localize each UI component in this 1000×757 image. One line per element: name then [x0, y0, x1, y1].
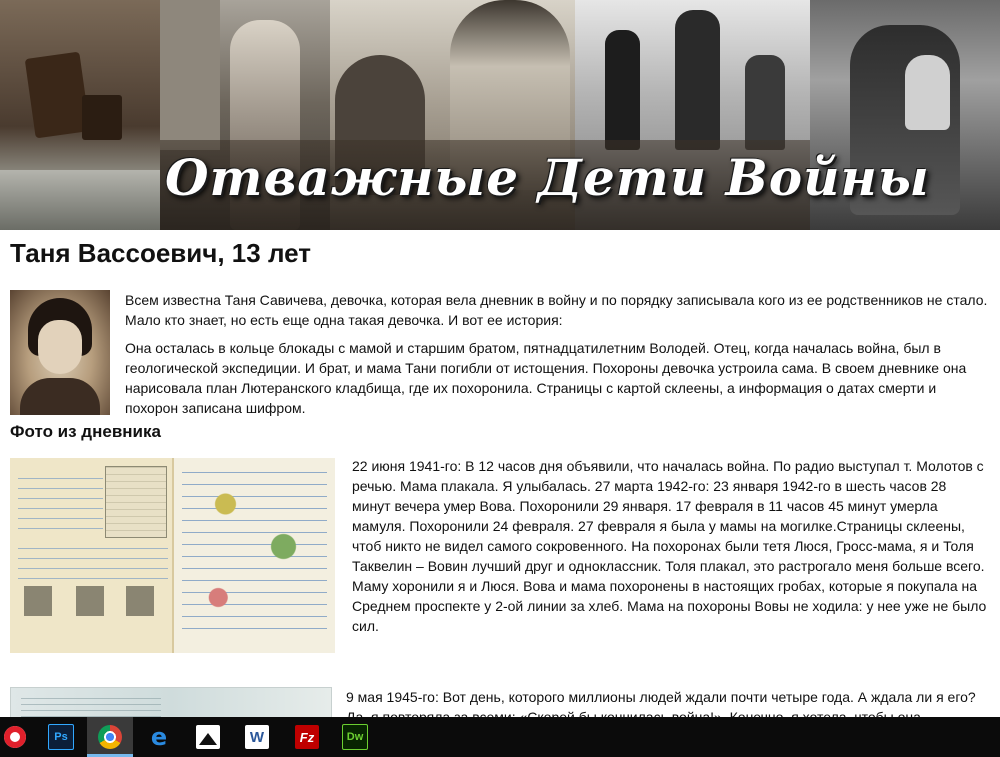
photos-icon	[196, 725, 220, 749]
taskbar-photoshop[interactable]: Ps	[38, 717, 84, 757]
taskbar: Ps e W Fz Dw	[0, 717, 1000, 757]
word-icon: W	[245, 725, 269, 749]
header-banner: Отважные Дети Войны	[0, 0, 1000, 230]
photoshop-icon: Ps	[48, 724, 74, 750]
diary-entry-1941: 22 июня 1941-го: В 12 часов дня объявили…	[352, 458, 987, 634]
portrait-photo	[10, 290, 110, 415]
taskbar-photos[interactable]	[185, 717, 231, 757]
chrome-icon	[98, 725, 122, 749]
opera-icon	[4, 726, 26, 748]
page-title: Таня Вассоевич, 13 лет	[10, 238, 311, 268]
filezilla-icon: Fz	[295, 725, 319, 749]
taskbar-chrome[interactable]	[87, 717, 133, 757]
taskbar-word[interactable]: W	[234, 717, 280, 757]
intro-paragraph: Всем известна Таня Савичева, девочка, ко…	[125, 292, 988, 328]
edge-icon: e	[150, 723, 168, 751]
taskbar-opera[interactable]	[0, 717, 38, 757]
diary-photo-1	[10, 458, 335, 653]
banner-photo-bread	[0, 0, 160, 230]
banner-title: Отважные Дети Войны	[165, 148, 930, 207]
diary-photos-heading: Фото из дневника	[10, 422, 161, 441]
taskbar-dreamweaver[interactable]: Dw	[332, 717, 378, 757]
story-paragraph: Она осталась в кольце блокады с мамой и …	[125, 340, 967, 416]
dreamweaver-icon: Dw	[342, 724, 368, 750]
taskbar-edge[interactable]: e	[136, 717, 182, 757]
taskbar-filezilla[interactable]: Fz	[284, 717, 330, 757]
